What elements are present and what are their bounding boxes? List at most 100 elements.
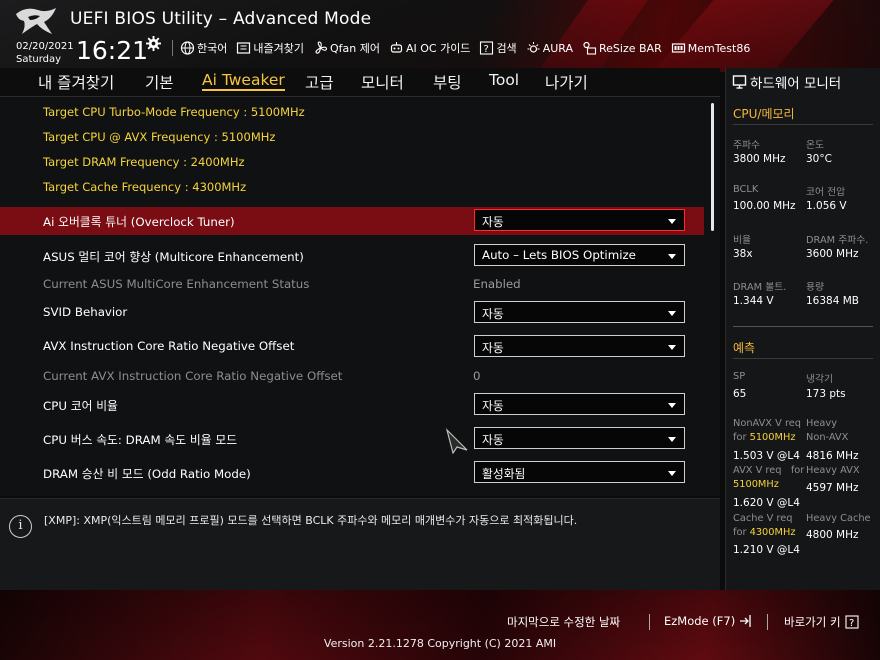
main-menu-tabs: 내 즐겨찾기 기본 Ai Tweaker 고급 모니터 부팅 Tool 나가기 xyxy=(0,68,720,96)
tab-advanced[interactable]: 고급 xyxy=(305,71,334,93)
qfan-label: Qfan 제어 xyxy=(329,42,380,55)
setting-row-multicore-enhancement[interactable]: ASUS 멀티 코어 향상 (Multicore Enhancement) Au… xyxy=(0,242,704,270)
core-voltage-value: 1.056 V xyxy=(806,200,847,212)
cache-for-text: for xyxy=(733,527,750,538)
globe-icon xyxy=(180,41,195,55)
setting-label: CPU 버스 속도: DRAM 속도 비율 모드 xyxy=(43,433,238,447)
capacity-label: 용량 xyxy=(806,282,825,293)
app-title: UEFI BIOS Utility – Advanced Mode xyxy=(70,9,372,29)
ratio-value: 38x xyxy=(733,248,753,260)
ai-oc-guide-button[interactable]: AI OC 가이드 xyxy=(389,40,470,56)
tab-tool[interactable]: Tool xyxy=(489,71,519,89)
overclock-tuner-select[interactable]: 자동 xyxy=(474,209,685,231)
avx-heavy-label: Heavy AVX xyxy=(806,465,860,476)
mce-status-value: Enabled xyxy=(473,277,521,291)
cpu-core-ratio-select[interactable]: 자동 xyxy=(474,393,685,415)
nonavx-heavy-value: 4816 MHz xyxy=(806,450,859,462)
svg-text:?: ? xyxy=(484,44,489,55)
select-value: 자동 xyxy=(482,307,504,321)
setting-row-cpu-core-ratio[interactable]: CPU 코어 비율 자동 xyxy=(0,391,704,419)
dropdown-caret-icon xyxy=(668,471,676,476)
version-text: Version 2.21.1278 Copyright (C) 2021 AMI xyxy=(323,637,557,650)
monitor-icon xyxy=(732,75,747,89)
avx-heavy-value: 4597 MHz xyxy=(806,482,859,494)
nonavx-voltage-value: 1.503 V @L4 xyxy=(733,450,800,462)
qfan-button[interactable]: Qfan 제어 xyxy=(313,40,380,56)
footer-divider xyxy=(649,614,650,630)
hotkeys-button[interactable]: 바로가기 키 ? xyxy=(784,614,859,630)
core-voltage-label: 코어 전압 xyxy=(806,187,846,198)
language-button[interactable]: 한국어 xyxy=(180,40,227,56)
tab-exit[interactable]: 나가기 xyxy=(545,71,588,93)
section-divider xyxy=(733,326,873,327)
odd-ratio-select[interactable]: 활성화됨 xyxy=(474,461,685,483)
avx-target-freq: 5100MHz xyxy=(733,479,779,490)
rog-logo-icon xyxy=(16,8,56,34)
setting-label: SVID Behavior xyxy=(43,305,128,319)
resize-bar-button[interactable]: ReSize BAR xyxy=(582,40,662,56)
cpu-memory-section-title: CPU/메모리 xyxy=(733,107,795,121)
cache-heavy-label: Heavy Cache xyxy=(806,513,871,524)
tab-favorites[interactable]: 내 즐겨찾기 xyxy=(38,71,114,93)
dropdown-caret-icon xyxy=(668,219,676,224)
dropdown-caret-icon xyxy=(668,254,676,259)
last-modified-button[interactable]: 마지막으로 수정한 날짜 xyxy=(507,614,620,630)
date-text: 02/20/2021 xyxy=(16,41,74,52)
gear-icon[interactable] xyxy=(146,36,161,51)
tab-main[interactable]: 기본 xyxy=(145,71,174,93)
search-button[interactable]: ? 검색 xyxy=(479,40,517,56)
footer-divider xyxy=(767,614,768,630)
setting-row-svid-behavior[interactable]: SVID Behavior 자동 xyxy=(0,299,704,327)
memtest-icon xyxy=(671,43,685,53)
ezmode-button[interactable]: EzMode (F7) xyxy=(664,614,753,628)
favorites-label: 내즐겨찾기 xyxy=(253,42,304,55)
search-icon: ? xyxy=(480,41,494,55)
nonavx-vreq-text: NonAVX V req xyxy=(733,418,802,429)
language-label: 한국어 xyxy=(197,42,228,55)
temperature-value: 30°C xyxy=(806,153,832,165)
resize-bar-label: ReSize BAR xyxy=(599,41,662,55)
setting-row-avx-offset[interactable]: AVX Instruction Core Ratio Negative Offs… xyxy=(0,333,704,361)
setting-row-odd-ratio[interactable]: DRAM 승산 비 모드 (Odd Ratio Mode) 활성화됨 xyxy=(0,459,704,487)
memtest-button[interactable]: MemTest86 xyxy=(671,40,751,56)
aura-button[interactable]: AURA xyxy=(526,40,573,56)
setting-label: Current AVX Instruction Core Ratio Negat… xyxy=(43,369,343,383)
setting-label: CPU 코어 비율 xyxy=(43,399,118,413)
help-icon: ? xyxy=(845,615,859,629)
dram-voltage-label: DRAM 볼트. xyxy=(733,282,787,293)
avx-vreq-label: AVX V req for 5100MHz xyxy=(733,464,807,492)
bclk-label: BCLK xyxy=(733,184,759,195)
current-avx-offset-value: 0 xyxy=(473,369,481,383)
avx-offset-select[interactable]: 자동 xyxy=(474,335,685,357)
bus-dram-ratio-select[interactable]: 자동 xyxy=(474,427,685,449)
dropdown-caret-icon xyxy=(668,437,676,442)
select-value: 자동 xyxy=(482,433,504,447)
target-dram-freq: Target DRAM Frequency : 2400MHz xyxy=(43,155,245,169)
tab-boot[interactable]: 부팅 xyxy=(433,71,462,93)
oc-guide-icon xyxy=(390,42,403,53)
help-info-bar: i [XMP]: XMP(익스트림 메모리 프로필) 모드를 선택하면 BCLK… xyxy=(0,498,720,590)
multicore-enhancement-select[interactable]: Auto – Lets BIOS Optimize xyxy=(474,244,685,266)
setting-row-overclock-tuner[interactable]: Ai 오버클록 튜너 (Overclock Tuner) 자동 xyxy=(0,207,704,235)
scrollbar[interactable] xyxy=(711,103,714,231)
dropdown-caret-icon xyxy=(668,345,676,350)
setting-row-bus-dram-ratio[interactable]: CPU 버스 속도: DRAM 속도 비율 모드 자동 xyxy=(0,425,704,453)
section-divider xyxy=(733,358,873,359)
ai-oc-guide-label: AI OC 가이드 xyxy=(405,42,471,55)
sp-label: SP xyxy=(733,371,746,382)
memtest-label: MemTest86 xyxy=(687,41,751,55)
select-value: 자동 xyxy=(482,399,504,413)
cooler-label: 냉각기 xyxy=(806,374,834,385)
avx-voltage-value: 1.620 V @L4 xyxy=(733,497,800,509)
favorites-button[interactable]: 내즐겨찾기 xyxy=(236,40,304,56)
setting-label: Current ASUS MultiCore Enhancement Statu… xyxy=(43,277,310,291)
tab-ai-tweaker[interactable]: Ai Tweaker xyxy=(202,71,285,91)
ezmode-label: EzMode (F7) xyxy=(664,614,736,628)
tab-monitor[interactable]: 모니터 xyxy=(361,71,404,93)
settings-panel: Target CPU Turbo-Mode Frequency : 5100MH… xyxy=(0,96,720,496)
frequency-value: 3800 MHz xyxy=(733,153,786,165)
resize-bar-icon xyxy=(583,41,597,55)
svid-behavior-select[interactable]: 자동 xyxy=(474,301,685,323)
cache-vreq-label: Cache V req for 4300MHz xyxy=(733,512,796,540)
select-value: Auto – Lets BIOS Optimize xyxy=(482,248,636,262)
